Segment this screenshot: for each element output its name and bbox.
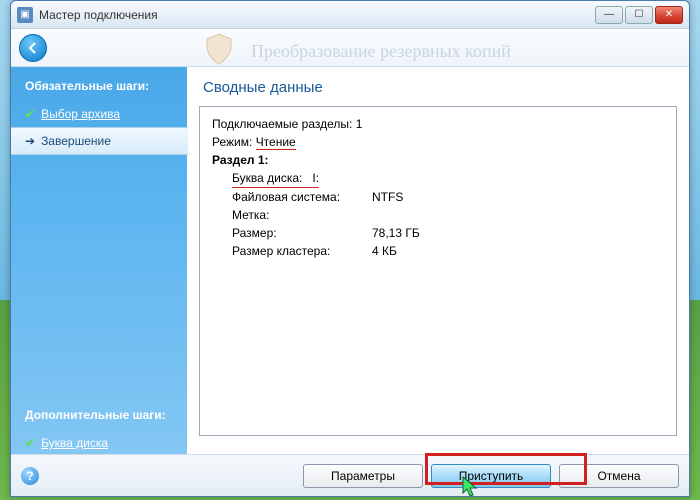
sidebar-item-label: Завершение xyxy=(41,134,111,148)
content-area: Обязательные шаги: ✔ Выбор архива ➔ Заве… xyxy=(11,67,689,496)
sidebar-item-drive-letter[interactable]: ✔ Буква диска xyxy=(11,430,187,456)
back-arrow-icon xyxy=(25,40,41,56)
summary-line-filesystem: Файловая система: NTFS xyxy=(212,188,664,206)
check-icon: ✔ xyxy=(25,436,35,450)
sidebar: Обязательные шаги: ✔ Выбор архива ➔ Заве… xyxy=(11,67,187,496)
back-button[interactable] xyxy=(19,34,47,62)
arrow-icon: ➔ xyxy=(25,134,35,148)
summary-section-heading: Раздел 1: xyxy=(212,151,664,169)
maximize-button[interactable]: ☐ xyxy=(625,6,653,24)
summary-line-size: Размер: 78,13 ГБ xyxy=(212,224,664,242)
drive-letter-value: I: xyxy=(312,171,319,185)
proceed-button[interactable]: Приступить xyxy=(431,464,551,488)
summary-box: Подключаемые разделы: 1 Режим: Чтение Ра… xyxy=(199,106,677,436)
check-icon: ✔ xyxy=(25,107,35,121)
footer: ? Параметры Приступить Отмена xyxy=(11,454,689,496)
titlebar[interactable]: ▣ Мастер подключения — ☐ ✕ xyxy=(11,1,689,29)
summary-line-partitions: Подключаемые разделы: 1 xyxy=(212,115,664,133)
sidebar-item-label: Буква диска xyxy=(41,436,108,450)
required-steps-heading: Обязательные шаги: xyxy=(11,75,187,101)
wizard-window: ▣ Мастер подключения — ☐ ✕ Преобразовани… xyxy=(10,0,690,497)
mode-value: Чтение xyxy=(256,135,296,150)
minimize-button[interactable]: — xyxy=(595,6,623,24)
summary-line-volume-label: Метка: xyxy=(212,206,664,224)
page-title: Сводные данные xyxy=(199,75,677,106)
extra-steps-heading: Дополнительные шаги: xyxy=(11,404,187,430)
window-title: Мастер подключения xyxy=(39,8,595,22)
summary-line-drive-letter: Буква диска: I: xyxy=(212,169,664,188)
header-strip xyxy=(11,29,689,67)
app-icon: ▣ xyxy=(17,7,33,23)
help-icon[interactable]: ? xyxy=(21,467,39,485)
close-button[interactable]: ✕ xyxy=(655,6,683,24)
sidebar-item-finish[interactable]: ➔ Завершение xyxy=(11,127,188,155)
sidebar-item-label: Выбор архива xyxy=(41,107,120,121)
main-panel: Сводные данные Подключаемые разделы: 1 Р… xyxy=(187,67,689,496)
sidebar-item-select-archive[interactable]: ✔ Выбор архива xyxy=(11,101,187,127)
options-button[interactable]: Параметры xyxy=(303,464,423,488)
cancel-button[interactable]: Отмена xyxy=(559,464,679,488)
summary-line-cluster: Размер кластера: 4 КБ xyxy=(212,242,664,260)
summary-line-mode: Режим: Чтение xyxy=(212,133,664,151)
